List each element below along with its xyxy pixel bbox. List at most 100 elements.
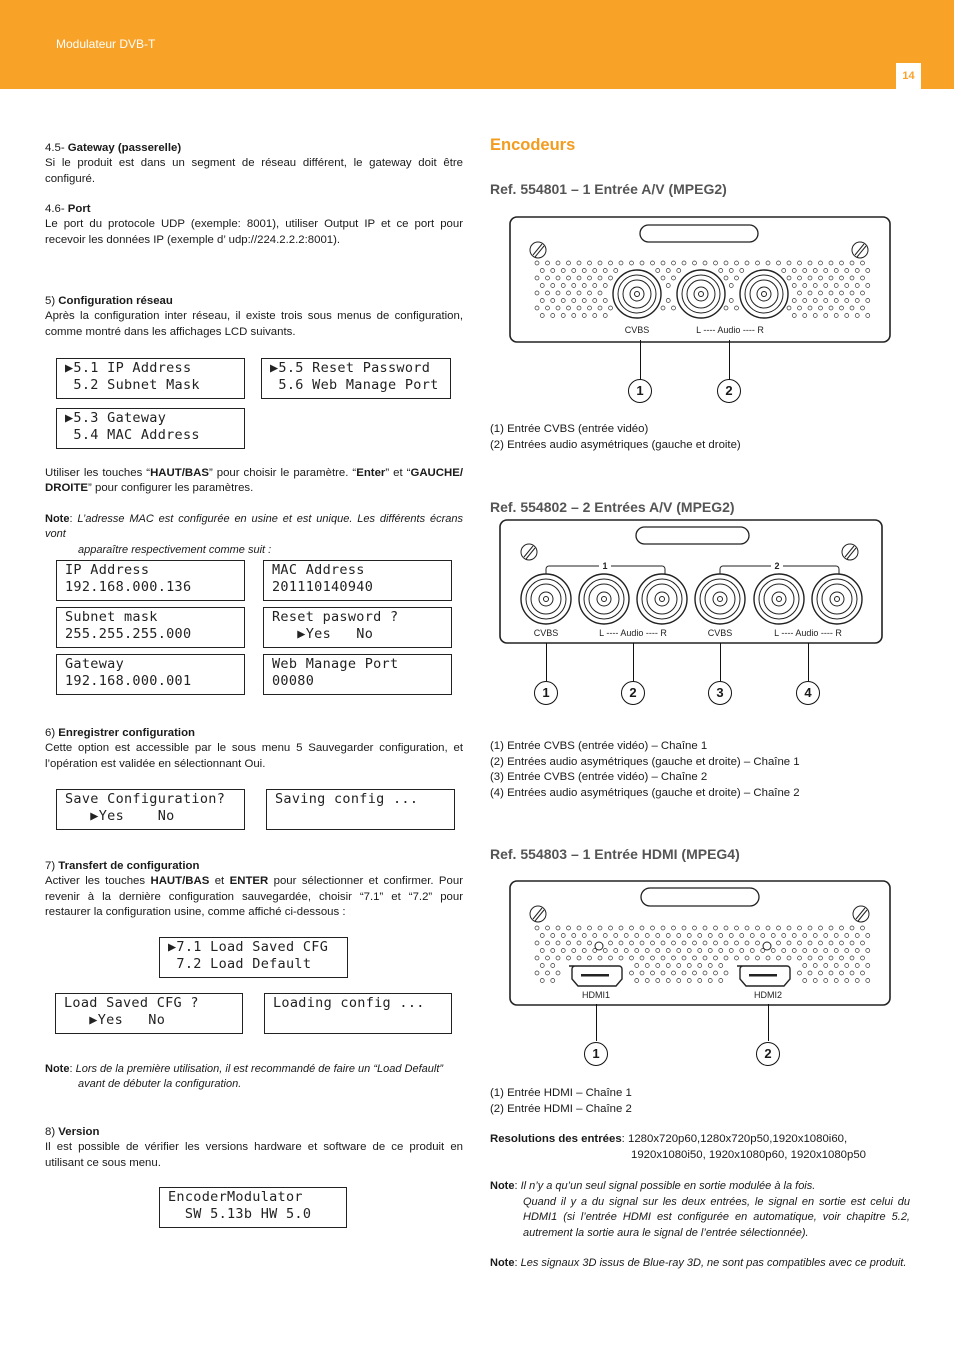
section-body: Si le produit est dans un segment de rés… bbox=[45, 157, 463, 185]
lcd-load-saved-cfg: Load Saved CFG ? ▶Yes No bbox=[55, 993, 243, 1034]
lcd-menu-gateway-mac: ▶5.3 Gateway 5.4 MAC Address bbox=[56, 408, 245, 449]
panel-554803-diagram: HDMI1 HDMI2 bbox=[509, 880, 891, 1006]
group-label-1: 1 bbox=[602, 561, 607, 571]
callout-1: 1 bbox=[534, 681, 558, 705]
lcd-menu-ip-subnet: ▶5.1 IP Address 5.2 Subnet Mask bbox=[56, 358, 245, 399]
label-audio-2: L ---- Audio ---- R bbox=[774, 628, 842, 638]
bnc-connector bbox=[520, 573, 572, 625]
callout-line bbox=[633, 643, 634, 681]
section-title: Transfert de configuration bbox=[58, 860, 200, 872]
label-cvbs-2: CVBS bbox=[708, 628, 733, 638]
note-load-default: Note: Lors de la première utilisation, i… bbox=[45, 1063, 444, 1091]
label-cvbs-1: CVBS bbox=[534, 628, 559, 638]
note-3d: Note: Les signaux 3D issus de Blue-ray 3… bbox=[490, 1257, 907, 1269]
section-version: 8) Version Il est possible de vérifier l… bbox=[45, 1125, 463, 1171]
note-mac: Note: L’adresse MAC est configurée en us… bbox=[45, 513, 463, 556]
screw-icon bbox=[529, 241, 547, 259]
label-hdmi2: HDMI2 bbox=[754, 990, 782, 1000]
ref-554803-legend: (1) Entrée HDMI – Chaîne 1 (2) Entrée HD… bbox=[490, 1086, 910, 1117]
header-title: Modulateur DVB-T bbox=[56, 37, 156, 51]
hdmi-port-2 bbox=[737, 965, 791, 987]
lcd-reset-password: Reset pasword ? ▶Yes No bbox=[263, 607, 452, 648]
panel-554802-diagram: 1 2 CVBS L ---- Audio ---- R CVBS L ----… bbox=[499, 519, 883, 644]
bnc-connector-audio-r bbox=[739, 269, 789, 319]
callout-line bbox=[720, 643, 721, 681]
section-gateway: 4.5- Gateway (passerelle) Si le produit … bbox=[45, 141, 463, 187]
group-label-2: 2 bbox=[774, 561, 779, 571]
ref-554802-legend: (1) Entrée CVBS (entrée vidéo) – Chaîne … bbox=[490, 739, 910, 801]
lcd-web-manage-port: Web Manage Port 00080 bbox=[263, 654, 452, 695]
lcd-gateway: Gateway 192.168.000.001 bbox=[56, 654, 245, 695]
section-save-config: 6) Enregistrer configuration Cette optio… bbox=[45, 726, 463, 772]
ref-554801-title: Ref. 554801 – 1 Entrée A/V (MPEG2) bbox=[490, 181, 727, 197]
led-indicator bbox=[762, 941, 772, 951]
screw-icon bbox=[520, 543, 538, 561]
section-heading-encoders: Encodeurs bbox=[490, 136, 576, 154]
label-audio-1: L ---- Audio ---- R bbox=[599, 628, 667, 638]
lcd-mac-address: MAC Address 201110140940 bbox=[263, 560, 452, 601]
led-indicator bbox=[594, 941, 604, 951]
lcd-subnet-mask: Subnet mask 255.255.255.000 bbox=[56, 607, 245, 648]
label-cvbs: CVBS bbox=[625, 325, 650, 335]
section-title: Port bbox=[67, 203, 91, 215]
lcd-ip-address: IP Address 192.168.000.136 bbox=[56, 560, 245, 601]
lcd-load-menu: ▶7.1 Load Saved CFG 7.2 Load Default bbox=[159, 937, 348, 978]
panel-handle bbox=[640, 887, 760, 907]
screw-icon bbox=[841, 543, 859, 561]
panel-handle bbox=[635, 526, 750, 545]
callout-2: 2 bbox=[756, 1042, 780, 1066]
panel-554801-diagram: CVBS L ---- Audio ---- R bbox=[509, 216, 891, 343]
section-network-config: 5) Configuration réseau Après la configu… bbox=[45, 294, 463, 340]
section-body: Il est possible de vérifier les versions… bbox=[45, 1141, 463, 1169]
callout-line bbox=[640, 340, 641, 380]
page-header: Modulateur DVB-T 14 bbox=[0, 0, 954, 89]
hdmi-port-1 bbox=[569, 965, 623, 987]
section-title: Gateway (passerelle) bbox=[67, 142, 182, 154]
label-hdmi1: HDMI1 bbox=[582, 990, 610, 1000]
bnc-connector bbox=[753, 573, 805, 625]
callout-line bbox=[596, 1004, 597, 1041]
section-body: Cette option est accessible par le sous … bbox=[45, 742, 463, 770]
bnc-connector bbox=[578, 573, 630, 625]
legend-item: (2) Entrée HDMI – Chaîne 2 bbox=[490, 1102, 632, 1115]
section-transfer-config: 7) Transfert de configuration Activer le… bbox=[45, 859, 463, 920]
callout-3: 3 bbox=[708, 681, 732, 705]
section-body: Le port du protocole UDP (exemple: 8001)… bbox=[45, 218, 463, 246]
ref-554803-title: Ref. 554803 – 1 Entrée HDMI (MPEG4) bbox=[490, 846, 740, 862]
page-number: 14 bbox=[896, 63, 921, 89]
callout-line bbox=[808, 643, 809, 681]
callout-line bbox=[546, 643, 547, 681]
lcd-version: EncoderModulator SW 5.13b HW 5.0 bbox=[159, 1187, 347, 1228]
legend-item: (1) Entrée HDMI – Chaîne 1 bbox=[490, 1087, 632, 1099]
screw-icon bbox=[851, 241, 869, 259]
legend-item: (1) Entrée CVBS (entrée vidéo) bbox=[490, 423, 649, 435]
lcd-loading-config: Loading config ... bbox=[264, 993, 452, 1034]
bnc-connector bbox=[636, 573, 688, 625]
section-body: Activer les touches HAUT/BAS et ENTER po… bbox=[45, 875, 463, 918]
callout-1: 1 bbox=[584, 1042, 608, 1066]
lcd-save-configuration: Save Configuration? ▶Yes No bbox=[56, 789, 245, 830]
label-audio: L ---- Audio ---- R bbox=[696, 325, 764, 335]
callout-4: 4 bbox=[796, 681, 820, 705]
callout-2: 2 bbox=[621, 681, 645, 705]
callout-2: 2 bbox=[717, 379, 741, 403]
screw-icon bbox=[852, 905, 870, 923]
lcd-menu-reset-web: ▶5.5 Reset Password 5.6 Web Manage Port bbox=[261, 358, 451, 399]
callout-line bbox=[729, 340, 730, 380]
legend-item: (2) Entrées audio asymétriques (gauche e… bbox=[490, 438, 741, 451]
legend-item: (1) Entrée CVBS (entrée vidéo) – Chaîne … bbox=[490, 740, 708, 752]
bnc-connector bbox=[811, 573, 863, 625]
input-resolutions: Resolutions des entrées: 1280x720p60,128… bbox=[490, 1133, 866, 1161]
ref-554802-title: Ref. 554802 – 2 Entrées A/V (MPEG2) bbox=[490, 499, 735, 515]
section-port: 4.6- Port Le port du protocole UDP (exem… bbox=[45, 202, 463, 248]
note-single-signal: Note: Il n’y a qu’un seul signal possibl… bbox=[490, 1180, 910, 1239]
section-title: Version bbox=[58, 1126, 100, 1138]
section-title: Enregistrer configuration bbox=[58, 727, 196, 739]
legend-item: (2) Entrées audio asymétriques (gauche e… bbox=[490, 755, 800, 768]
section-body: Après la configuration inter réseau, il … bbox=[45, 310, 463, 338]
bnc-connector-cvbs bbox=[612, 269, 662, 319]
lcd-saving-config: Saving config ... bbox=[266, 789, 455, 830]
callout-1: 1 bbox=[628, 379, 652, 403]
screw-icon bbox=[529, 905, 547, 923]
resolutions-label: Resolutions des entrées bbox=[490, 1133, 622, 1145]
